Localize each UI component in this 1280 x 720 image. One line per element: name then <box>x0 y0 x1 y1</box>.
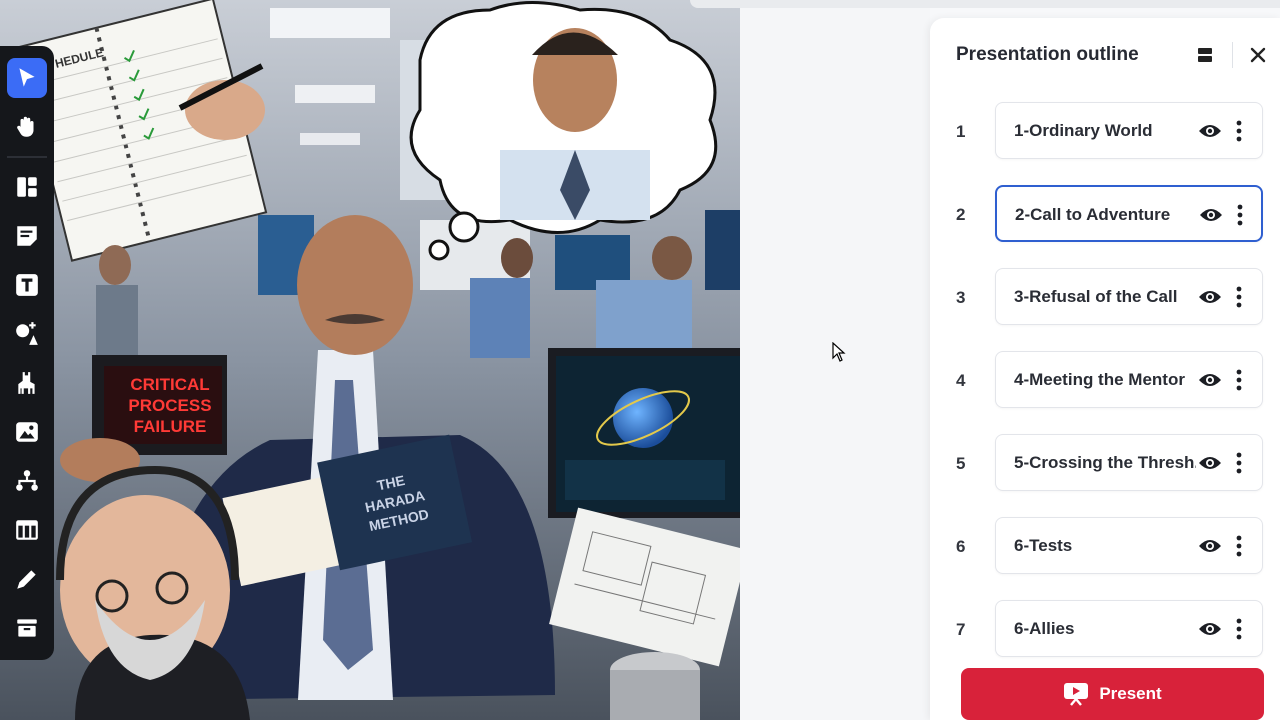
slide-card[interactable]: 3-Refusal of the Call <box>995 268 1263 325</box>
select-tool-button[interactable] <box>7 58 47 98</box>
toggle-visibility-button[interactable] <box>1196 616 1224 642</box>
close-panel-button[interactable] <box>1245 42 1271 68</box>
diagram-tool-button[interactable] <box>7 461 47 501</box>
slide-title: 5-Crossing the Thresh... <box>1014 453 1196 472</box>
eye-icon <box>1200 209 1222 221</box>
header-divider <box>1232 42 1233 68</box>
toggle-visibility-button[interactable] <box>1196 450 1224 476</box>
hand-tool-button[interactable] <box>7 107 47 147</box>
toggle-visibility-button[interactable] <box>1196 367 1224 393</box>
svg-text:CRITICAL: CRITICAL <box>130 375 209 394</box>
slide-row: 4 4-Meeting the Mentor <box>930 351 1280 434</box>
slide-menu-button[interactable] <box>1230 615 1248 643</box>
shapes-icon <box>16 322 38 345</box>
slide-card[interactable]: 1-Ordinary World <box>995 102 1263 159</box>
archive-icon <box>17 619 37 637</box>
archive-tool-button[interactable] <box>7 608 47 648</box>
present-label: Present <box>1099 684 1162 703</box>
toggle-visibility-button[interactable] <box>1196 284 1224 310</box>
slide-card[interactable]: 6-Allies <box>995 600 1263 657</box>
slide-number: 3 <box>956 288 966 307</box>
slide-title: 1-Ordinary World <box>1014 121 1153 140</box>
image-icon <box>16 422 38 442</box>
layout-tool-button[interactable] <box>7 167 47 207</box>
slide-number: 4 <box>956 371 966 390</box>
svg-text:PROCESS: PROCESS <box>128 396 211 415</box>
presentation-outline-panel: Presentation outline 1 1-Ordinary World … <box>930 18 1280 720</box>
table-icon <box>16 520 38 540</box>
toggle-visibility-button[interactable] <box>1197 202 1225 228</box>
text-tool-button[interactable] <box>7 265 47 305</box>
close-icon <box>1250 47 1266 63</box>
slide-number: 5 <box>956 454 966 473</box>
shapes-tool-button[interactable] <box>7 314 47 354</box>
more-vertical-icon <box>1236 120 1242 142</box>
eye-icon <box>1199 623 1221 635</box>
slide-row: 2 2-Call to Adventure <box>930 185 1280 268</box>
text-icon <box>16 274 38 296</box>
slide-title: 4-Meeting the Mentor <box>1014 370 1185 389</box>
llama-icon <box>18 372 35 394</box>
slide-row: 1 1-Ordinary World <box>930 102 1280 185</box>
toggle-visibility-button[interactable] <box>1196 118 1224 144</box>
diagram-icon <box>16 470 38 491</box>
slide-row: 6 6-Tests <box>930 517 1280 600</box>
hand-icon <box>17 116 34 137</box>
pen-tool-button[interactable] <box>7 559 47 599</box>
slide-menu-button[interactable] <box>1230 283 1248 311</box>
more-vertical-icon <box>1236 369 1242 391</box>
slide-title: 6-Tests <box>1014 536 1073 555</box>
toggle-visibility-button[interactable] <box>1196 533 1224 559</box>
slide-row: 3 3-Refusal of the Call <box>930 268 1280 351</box>
slide-card[interactable]: 4-Meeting the Mentor <box>995 351 1263 408</box>
slide-row: 5 5-Crossing the Thresh... <box>930 434 1280 517</box>
toolbar-divider <box>7 156 47 158</box>
slide-title: 6-Allies <box>1014 619 1075 638</box>
slide-number: 6 <box>956 537 966 556</box>
slide-menu-button[interactable] <box>1230 117 1248 145</box>
panel-toggle-icon <box>1198 48 1212 62</box>
image-tool-button[interactable] <box>7 412 47 452</box>
eye-icon <box>1199 540 1221 552</box>
more-vertical-icon <box>1236 286 1242 308</box>
tool-palette <box>0 46 54 660</box>
ai-llama-tool-button[interactable] <box>7 363 47 403</box>
eye-icon <box>1199 125 1221 137</box>
slide-number: 7 <box>956 620 966 639</box>
panel-layout-button[interactable] <box>1192 42 1218 68</box>
slide-menu-button[interactable] <box>1230 449 1248 477</box>
more-vertical-icon <box>1237 204 1243 226</box>
select-icon <box>19 68 35 87</box>
slide-title: 2-Call to Adventure <box>1015 205 1171 224</box>
slide-menu-button[interactable] <box>1231 201 1249 229</box>
table-tool-button[interactable] <box>7 510 47 550</box>
present-button[interactable]: Present <box>961 668 1264 720</box>
sticky-note-icon <box>17 226 37 246</box>
layout-icon <box>17 177 37 197</box>
panel-title: Presentation outline <box>956 44 1139 65</box>
top-bar <box>690 0 1280 8</box>
slide-card[interactable]: 6-Tests <box>995 517 1263 574</box>
pen-icon <box>17 570 36 589</box>
slide-card-selected[interactable]: 2-Call to Adventure <box>995 185 1263 242</box>
sticky-note-tool-button[interactable] <box>7 216 47 256</box>
mouse-cursor-icon <box>832 342 846 362</box>
slide-card[interactable]: 5-Crossing the Thresh... <box>995 434 1263 491</box>
slide-canvas[interactable]: HEDULE CRITICAL PROCESS FAILURE THE HARA… <box>0 0 740 720</box>
slide-number: 2 <box>956 205 966 224</box>
eye-icon <box>1199 457 1221 469</box>
slide-illustration: HEDULE CRITICAL PROCESS FAILURE THE HARA… <box>0 0 740 720</box>
present-icon <box>1064 683 1089 706</box>
slide-menu-button[interactable] <box>1230 532 1248 560</box>
slide-list: 1 1-Ordinary World 2 2-Call to Adventure <box>930 102 1280 683</box>
svg-text:FAILURE: FAILURE <box>134 417 207 436</box>
more-vertical-icon <box>1236 618 1242 640</box>
slide-menu-button[interactable] <box>1230 366 1248 394</box>
eye-icon <box>1199 291 1221 303</box>
slide-title: 3-Refusal of the Call <box>1014 287 1178 306</box>
more-vertical-icon <box>1236 535 1242 557</box>
slide-number: 1 <box>956 122 966 141</box>
more-vertical-icon <box>1236 452 1242 474</box>
eye-icon <box>1199 374 1221 386</box>
